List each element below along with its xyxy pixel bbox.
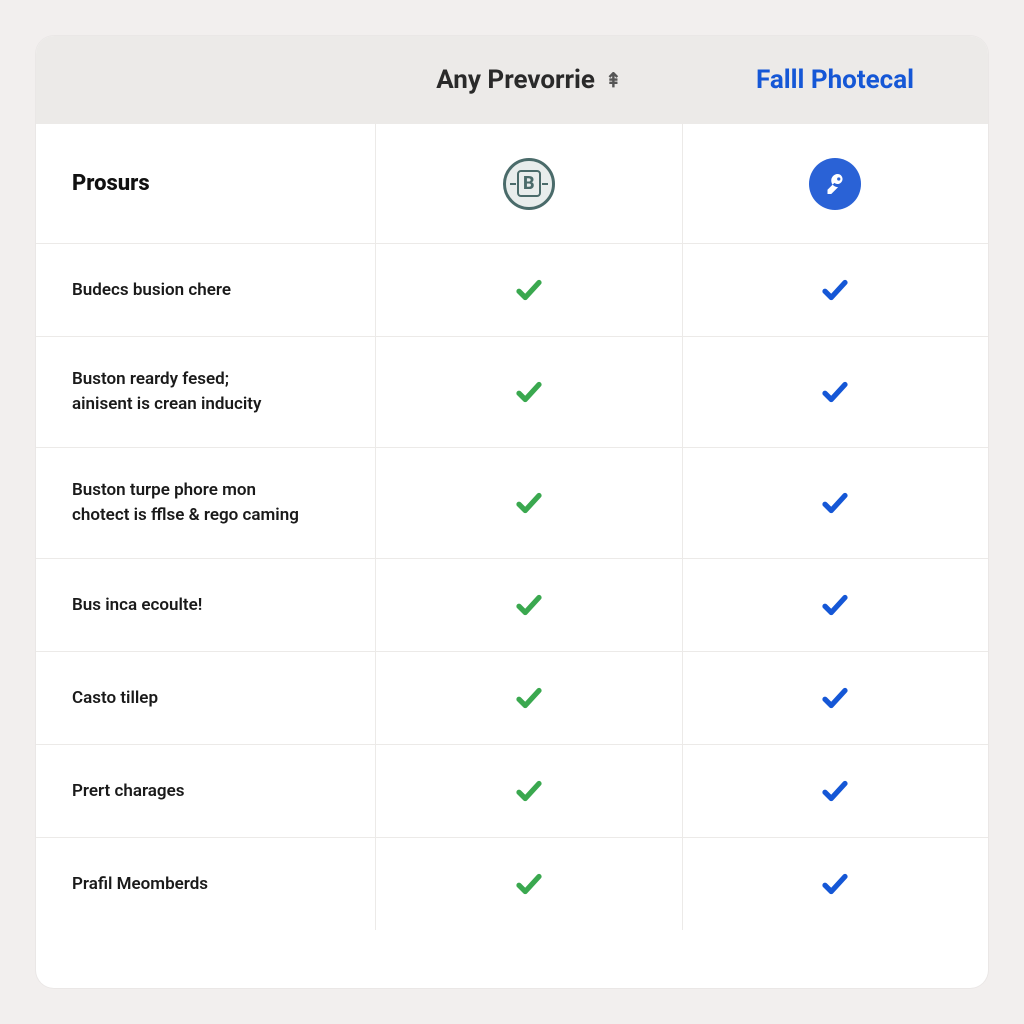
feature-label: Casto tillep — [36, 652, 376, 744]
plan-a-cell — [376, 838, 683, 930]
check-icon — [514, 377, 544, 407]
feature-label: Prert charages — [36, 745, 376, 837]
plan-b-cell — [683, 244, 989, 336]
check-icon — [820, 683, 850, 713]
table-row: Prert charages — [36, 745, 988, 838]
check-icon — [820, 590, 850, 620]
feature-label: Budecs busion chere — [36, 244, 376, 336]
plan-b-cell — [683, 745, 989, 837]
plan-a-header: Any Prevorrie ⇞ — [376, 65, 682, 95]
plan-b-cell — [683, 838, 989, 930]
plan-a-cell — [376, 745, 683, 837]
plan-a-cell — [376, 448, 683, 558]
feature-label: Buston reardy fesed; ainisent is crean i… — [36, 337, 376, 447]
plan-b-cell — [683, 448, 989, 558]
plan-a-cell — [376, 244, 683, 336]
plan-b-icon-cell — [683, 124, 989, 243]
check-icon — [514, 869, 544, 899]
check-icon — [820, 488, 850, 518]
bank-badge-icon — [503, 158, 555, 210]
check-icon — [820, 776, 850, 806]
table-row: Casto tillep — [36, 652, 988, 745]
feature-label: Buston turpe phore mon chotect is fflse … — [36, 448, 376, 558]
plan-a-cell — [376, 559, 683, 651]
section-label: Prosurs — [36, 124, 376, 243]
check-icon — [514, 275, 544, 305]
check-icon — [514, 683, 544, 713]
check-icon — [514, 776, 544, 806]
check-icon — [514, 590, 544, 620]
section-header-row: Prosurs — [36, 124, 988, 244]
table-row: Bus inca ecoulte! — [36, 559, 988, 652]
table-row: Buston turpe phore mon chotect is fflse … — [36, 448, 988, 559]
table-row: Prafil Meomberds — [36, 838, 988, 930]
plan-b-cell — [683, 652, 989, 744]
sort-icon: ⇞ — [605, 68, 622, 92]
check-icon — [820, 869, 850, 899]
table-row: Budecs busion chere — [36, 244, 988, 337]
check-icon — [514, 488, 544, 518]
plan-b-title: Falll Photecal — [756, 65, 914, 95]
table-header-row: Any Prevorrie ⇞ Falll Photecal — [36, 36, 988, 124]
plan-a-title: Any Prevorrie — [436, 65, 595, 95]
plan-a-cell — [376, 337, 683, 447]
plan-b-cell — [683, 559, 989, 651]
plan-a-icon-cell — [376, 124, 683, 243]
feature-label: Bus inca ecoulte! — [36, 559, 376, 651]
key-badge-icon — [809, 158, 861, 210]
plan-b-cell — [683, 337, 989, 447]
plan-a-cell — [376, 652, 683, 744]
check-icon — [820, 275, 850, 305]
comparison-table: Any Prevorrie ⇞ Falll Photecal Prosurs B… — [36, 36, 988, 988]
check-icon — [820, 377, 850, 407]
feature-label: Prafil Meomberds — [36, 838, 376, 930]
table-row: Buston reardy fesed; ainisent is crean i… — [36, 337, 988, 448]
plan-b-header: Falll Photecal — [682, 65, 988, 95]
